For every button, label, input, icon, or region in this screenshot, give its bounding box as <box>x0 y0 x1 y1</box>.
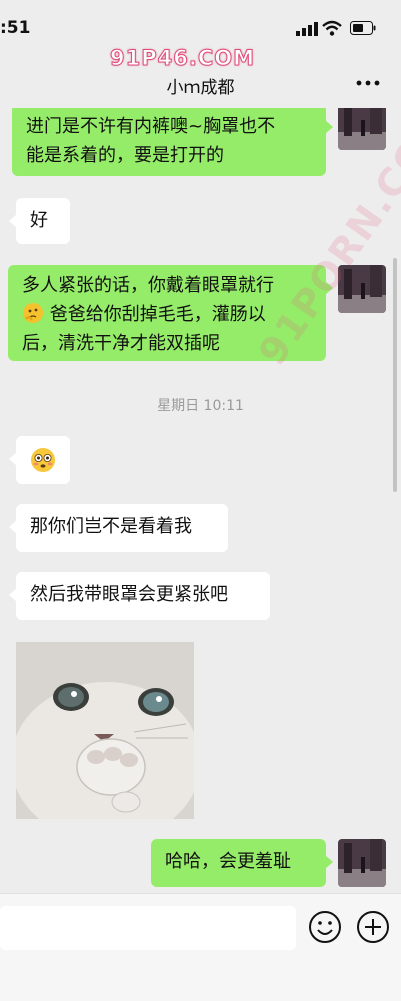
message-bubble-sent[interactable]: 进门是不许有内裤噢~胸罩也不 能是系着的，要是打开的 <box>12 108 333 176</box>
flushed-face-emoji-icon <box>31 448 55 472</box>
cat-sticker-image[interactable] <box>16 642 194 819</box>
more-options-icon[interactable] <box>356 80 380 86</box>
message-bubble-received[interactable] <box>9 436 70 484</box>
message-text: 那你们岂不是看着我 <box>30 516 192 537</box>
chat-timestamp: 星期日 10:11 <box>157 398 244 414</box>
wifi-icon <box>322 20 342 36</box>
message-line-text: 爸爸给你刮掉毛毛，灌肠以 <box>49 304 266 325</box>
message-text: 好 <box>30 210 48 231</box>
message-bubble-received[interactable]: 那你们岂不是看着我 <box>9 504 228 552</box>
chat-message-list[interactable]: 进门是不许有内裤噢~胸罩也不 能是系着的，要是打开的 好 多人紧张的话，你戴着眼… <box>0 108 401 893</box>
watermark-logo: 91P46.COM <box>110 46 255 71</box>
message-text: 然后我带眼罩会更紧张吧 <box>30 584 228 605</box>
message-input[interactable] <box>0 906 296 950</box>
message-bubble-received[interactable]: 好 <box>9 198 70 244</box>
message-bubble-sent[interactable]: 哈哈，会更羞耻 <box>151 839 333 887</box>
message-text: 哈哈，会更羞耻 <box>165 851 291 872</box>
message-input-bar <box>0 893 401 1001</box>
message-bubble-received[interactable]: 然后我带眼罩会更紧张吧 <box>9 572 270 620</box>
battery-icon <box>350 21 376 35</box>
my-avatar[interactable] <box>338 108 386 150</box>
add-more-plus-icon[interactable] <box>356 910 390 944</box>
my-avatar[interactable] <box>338 839 386 887</box>
thinking-face-emoji-icon <box>23 303 43 323</box>
chat-title: 小ｍ成都 <box>166 78 235 98</box>
message-line: 多人紧张的话，你戴着眼罩就行 <box>22 275 274 296</box>
status-bar: :51 <box>0 0 401 44</box>
cellular-signal-icon <box>296 22 318 36</box>
emoji-button-icon[interactable] <box>308 910 342 944</box>
status-time: :51 <box>0 18 31 38</box>
message-line: 进门是不许有内裤噢~胸罩也不 <box>26 116 276 137</box>
chat-scrollbar[interactable] <box>393 258 397 492</box>
message-line: 能是系着的，要是打开的 <box>26 145 224 166</box>
